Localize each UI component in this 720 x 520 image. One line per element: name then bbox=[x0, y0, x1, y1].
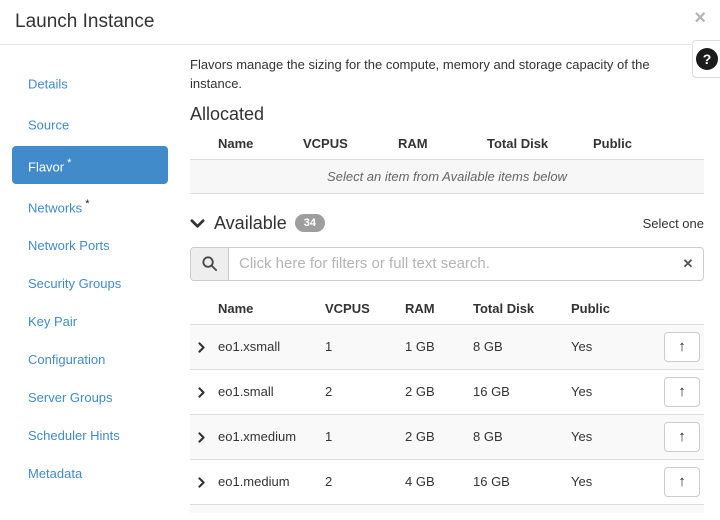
flavor-step-content: Flavors manage the sizing for the comput… bbox=[190, 56, 704, 513]
chevron-right-icon[interactable] bbox=[196, 477, 207, 488]
available-heading: Available bbox=[214, 213, 287, 234]
table-row[interactable]: eo1.xsmall 1 1 GB 8 GB Yes ↑ bbox=[190, 324, 704, 369]
flavor-ram: 1 GB bbox=[405, 324, 473, 369]
sidebar-item-label: Key Pair bbox=[28, 314, 77, 329]
chevron-right-icon[interactable] bbox=[196, 387, 207, 398]
help-icon[interactable]: ? bbox=[696, 48, 718, 70]
flavor-public: Yes bbox=[571, 459, 649, 504]
dialog-header: Launch Instance × bbox=[0, 0, 720, 45]
filter-search-bar: ✕ bbox=[190, 247, 704, 281]
clear-icon[interactable]: ✕ bbox=[673, 248, 703, 280]
up-arrow-icon: ↑ bbox=[678, 383, 686, 400]
action-column-header bbox=[649, 292, 704, 325]
allocated-empty-row: Select an item from Available items belo… bbox=[190, 159, 704, 193]
allocate-button[interactable]: ↑ bbox=[664, 377, 700, 407]
expand-column-header bbox=[190, 292, 218, 325]
chevron-right-icon[interactable] bbox=[196, 432, 207, 443]
sidebar-item-label: Server Groups bbox=[28, 390, 113, 405]
flavor-vcpus: 1 bbox=[325, 414, 405, 459]
flavor-ram: 4 GB bbox=[405, 459, 473, 504]
flavor-name: eo1.xmedium bbox=[218, 414, 325, 459]
flavor-ram: 2 GB bbox=[405, 414, 473, 459]
available-section-header: Available 34 Select one bbox=[190, 213, 704, 234]
close-icon[interactable]: × bbox=[694, 8, 706, 28]
allocate-button[interactable]: ↑ bbox=[664, 422, 700, 452]
next-row-partial bbox=[190, 505, 704, 513]
sidebar-item-source[interactable]: Source bbox=[12, 104, 168, 142]
sidebar-item-flavor[interactable]: Flavor* bbox=[12, 146, 168, 184]
column-header-vcpus: VCPUS bbox=[303, 127, 398, 160]
table-row[interactable]: eo1.medium 2 4 GB 16 GB Yes ↑ bbox=[190, 459, 704, 504]
column-header-public: Public bbox=[571, 292, 649, 325]
flavor-vcpus: 2 bbox=[325, 369, 405, 414]
sidebar-item-label: Metadata bbox=[28, 466, 82, 481]
flavor-name: eo1.medium bbox=[218, 459, 325, 504]
sidebar-item-label: Flavor bbox=[28, 159, 64, 174]
sidebar-item-label: Networks bbox=[28, 200, 82, 215]
flavor-public: Yes bbox=[571, 324, 649, 369]
table-row[interactable]: eo1.xmedium 1 2 GB 8 GB Yes ↑ bbox=[190, 414, 704, 459]
flavor-total-disk: 16 GB bbox=[473, 459, 571, 504]
help-tab[interactable]: ? bbox=[692, 40, 720, 78]
sidebar-item-security-groups[interactable]: Security Groups bbox=[12, 266, 168, 301]
sidebar-item-label: Details bbox=[28, 76, 68, 91]
flavor-vcpus: 1 bbox=[325, 324, 405, 369]
sidebar-item-scheduler-hints[interactable]: Scheduler Hints bbox=[12, 418, 168, 453]
flavor-total-disk: 8 GB bbox=[473, 324, 571, 369]
sidebar-item-details[interactable]: Details bbox=[12, 63, 168, 101]
allocated-table: Name VCPUS RAM Total Disk Public Select … bbox=[190, 127, 704, 194]
up-arrow-icon: ↑ bbox=[678, 338, 686, 355]
page-title: Launch Instance bbox=[15, 11, 154, 33]
table-row[interactable]: eo1.small 2 2 GB 16 GB Yes ↑ bbox=[190, 369, 704, 414]
allocate-button[interactable]: ↑ bbox=[664, 332, 700, 362]
required-marker: * bbox=[85, 198, 89, 210]
sidebar-item-label: Network Ports bbox=[28, 238, 110, 253]
sidebar-item-label: Security Groups bbox=[28, 276, 121, 291]
up-arrow-icon: ↑ bbox=[678, 428, 686, 445]
chevron-down-icon[interactable] bbox=[190, 216, 205, 231]
available-table: Name VCPUS RAM Total Disk Public eo1.xsm… bbox=[190, 292, 704, 505]
sidebar-item-networks[interactable]: Networks* bbox=[12, 187, 168, 225]
search-input[interactable] bbox=[229, 248, 673, 280]
flavor-vcpus: 2 bbox=[325, 459, 405, 504]
flavor-public: Yes bbox=[571, 369, 649, 414]
column-header-vcpus: VCPUS bbox=[325, 292, 405, 325]
wizard-sidebar: Details Source Flavor* Networks* Network… bbox=[0, 60, 180, 494]
flavor-public: Yes bbox=[571, 414, 649, 459]
column-header-ram: RAM bbox=[398, 127, 487, 160]
flavor-name: eo1.xsmall bbox=[218, 324, 325, 369]
step-description: Flavors manage the sizing for the comput… bbox=[190, 56, 676, 94]
sidebar-item-key-pair[interactable]: Key Pair bbox=[12, 304, 168, 339]
flavor-total-disk: 16 GB bbox=[473, 369, 571, 414]
flavor-name: eo1.small bbox=[218, 369, 325, 414]
column-header-ram: RAM bbox=[405, 292, 473, 325]
sidebar-item-network-ports[interactable]: Network Ports bbox=[12, 228, 168, 263]
chevron-right-icon[interactable] bbox=[196, 342, 207, 353]
available-count-badge: 34 bbox=[295, 214, 325, 232]
sidebar-item-server-groups[interactable]: Server Groups bbox=[12, 380, 168, 415]
allocated-empty-text: Select an item from Available items belo… bbox=[190, 159, 704, 193]
column-header-total-disk: Total Disk bbox=[487, 127, 593, 160]
sidebar-item-configuration[interactable]: Configuration bbox=[12, 342, 168, 377]
sidebar-item-label: Scheduler Hints bbox=[28, 428, 120, 443]
column-header-public: Public bbox=[593, 127, 704, 160]
up-arrow-icon: ↑ bbox=[678, 473, 686, 490]
column-header-total-disk: Total Disk bbox=[473, 292, 571, 325]
select-one-hint: Select one bbox=[643, 216, 704, 231]
flavor-total-disk: 8 GB bbox=[473, 414, 571, 459]
allocated-heading: Allocated bbox=[190, 104, 704, 125]
allocate-button[interactable]: ↑ bbox=[664, 467, 700, 497]
sidebar-item-metadata[interactable]: Metadata bbox=[12, 456, 168, 491]
required-marker: * bbox=[67, 157, 71, 169]
column-header-name: Name bbox=[218, 127, 303, 160]
sidebar-item-label: Configuration bbox=[28, 352, 105, 367]
expand-column-header bbox=[190, 127, 218, 160]
search-icon bbox=[191, 248, 229, 280]
flavor-ram: 2 GB bbox=[405, 369, 473, 414]
column-header-name: Name bbox=[218, 292, 325, 325]
sidebar-item-label: Source bbox=[28, 118, 69, 133]
